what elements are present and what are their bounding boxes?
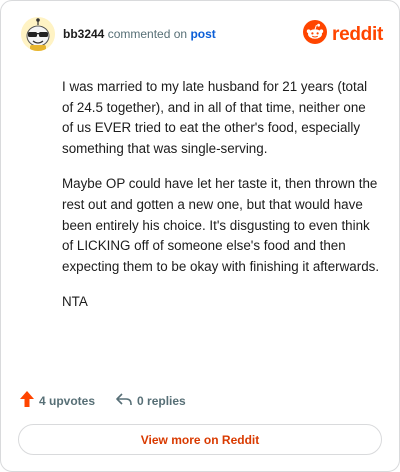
- upvote-count: 4 upvotes: [39, 393, 96, 408]
- reddit-brand[interactable]: reddit: [303, 20, 383, 49]
- reply-count: 0 replies: [137, 393, 186, 408]
- upvote-arrow-icon: [19, 390, 35, 411]
- embedded-comment-card: bb3244 commented on post reddit I was ma…: [0, 0, 400, 472]
- post-link[interactable]: post: [190, 27, 215, 41]
- comment-meta: bb3244 commented on post: [63, 26, 216, 42]
- comment-header: bb3244 commented on post reddit: [21, 16, 383, 52]
- comment-body: I was married to my late husband for 21 …: [62, 77, 380, 328]
- comment-paragraph: I was married to my late husband for 21 …: [62, 79, 368, 156]
- comment-actions: 4 upvotes 0 replies: [19, 390, 186, 411]
- comment-paragraph: Maybe OP could have let her taste it, th…: [62, 176, 380, 274]
- view-more-button[interactable]: View more on Reddit: [18, 424, 382, 455]
- reddit-logo-icon: [303, 20, 328, 49]
- reply-button[interactable]: 0 replies: [115, 391, 186, 410]
- reply-arrow-icon: [115, 391, 133, 410]
- action-text: commented on: [107, 27, 188, 41]
- comment-paragraph: NTA: [62, 294, 88, 310]
- user-avatar-icon[interactable]: [21, 17, 55, 51]
- reddit-wordmark: reddit: [332, 23, 383, 45]
- upvote-button[interactable]: 4 upvotes: [19, 390, 95, 411]
- username-link[interactable]: bb3244: [63, 27, 104, 41]
